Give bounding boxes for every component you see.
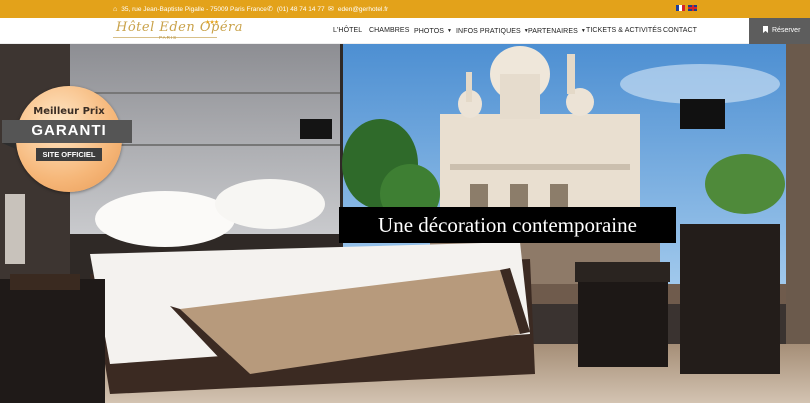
nav-item-partenaires[interactable]: PARTENAIRES ▼ bbox=[528, 18, 586, 44]
bookmark-icon bbox=[763, 26, 768, 33]
nav-item-label: PARTENAIRES bbox=[528, 28, 578, 35]
nav-item-hotel[interactable]: L'HÔTEL bbox=[333, 18, 362, 44]
logo-name: Hôtel Eden Opéra bbox=[116, 20, 244, 35]
home-icon: ⌂ bbox=[113, 5, 118, 13]
nav-item-tickets[interactable]: TICKETS & ACTIVITÉS bbox=[586, 18, 662, 44]
address-info: ⌂ 35, rue Jean-Baptiste Pigalle - 75009 … bbox=[113, 0, 267, 18]
nav-item-label: CHAMBRES bbox=[369, 27, 410, 34]
nav-item-label: INFOS PRATIQUES bbox=[456, 28, 521, 35]
reserve-label: Réserver bbox=[772, 27, 801, 34]
hotel-logo[interactable]: Hôtel Eden Opéra ★★★ PARIS bbox=[113, 20, 243, 42]
logo-stars: ★★★ bbox=[205, 20, 219, 26]
badge-line3: SITE OFFICIEL bbox=[36, 148, 102, 161]
hero-caption: Une décoration contemporaine bbox=[339, 207, 676, 243]
nav-item-photos[interactable]: PHOTOS ▼ bbox=[414, 18, 452, 44]
nav-item-label: CONTACT bbox=[663, 27, 698, 34]
best-price-badge[interactable]: Meilleur Prix GARANTI SITE OFFICIEL bbox=[2, 86, 132, 192]
logo-city: PARIS bbox=[159, 35, 178, 40]
nav-item-label: PHOTOS bbox=[414, 28, 445, 35]
flag-fr-icon[interactable] bbox=[676, 5, 685, 11]
phone-text[interactable]: (01) 48 74 14 77 bbox=[277, 6, 325, 13]
nav-item-label: L'HÔTEL bbox=[333, 27, 363, 34]
flag-uk-icon[interactable] bbox=[688, 5, 697, 11]
nav-item-chambres[interactable]: CHAMBRES bbox=[369, 18, 409, 44]
nav-item-contact[interactable]: CONTACT bbox=[663, 18, 697, 44]
hero-slider[interactable]: Meilleur Prix GARANTI SITE OFFICIEL Une … bbox=[0, 44, 810, 403]
reserve-button[interactable]: Réserver bbox=[749, 18, 810, 44]
nav-item-label: TICKETS & ACTIVITÉS bbox=[586, 27, 662, 34]
caret-down-icon: ▼ bbox=[447, 28, 453, 34]
email-link[interactable]: eden@gerhotel.fr bbox=[338, 6, 388, 13]
top-info-bar: ⌂ 35, rue Jean-Baptiste Pigalle - 75009 … bbox=[0, 0, 810, 18]
nav-item-infos-pratiques[interactable]: INFOS PRATIQUES ▼ bbox=[456, 18, 529, 44]
badge-line2: GARANTI bbox=[31, 122, 107, 139]
badge-line1: Meilleur Prix bbox=[33, 106, 105, 117]
main-navbar: Hôtel Eden Opéra ★★★ PARIS L'HÔTEL CHAMB… bbox=[0, 18, 810, 44]
envelope-icon: ✉ bbox=[328, 5, 334, 13]
phone-info[interactable]: ✆ (01) 48 74 14 77 bbox=[267, 0, 325, 18]
language-switcher bbox=[676, 5, 697, 11]
email-info[interactable]: ✉ eden@gerhotel.fr bbox=[328, 0, 388, 18]
phone-icon: ✆ bbox=[267, 5, 273, 13]
address-text: 35, rue Jean-Baptiste Pigalle - 75009 Pa… bbox=[121, 5, 267, 13]
